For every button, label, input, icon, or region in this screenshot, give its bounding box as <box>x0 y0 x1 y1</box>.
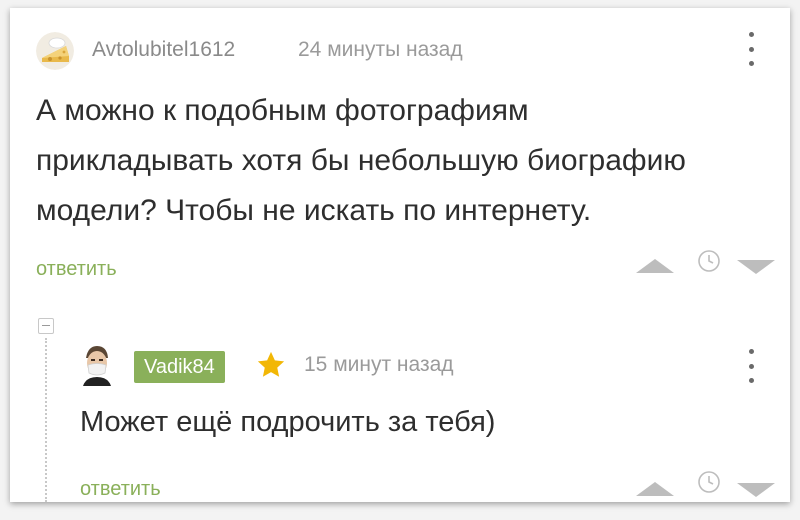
comment-timestamp[interactable]: 24 минуты назад <box>298 38 463 62</box>
more-vertical-icon[interactable] <box>746 349 756 383</box>
comment-text-line: прикладывать хотя бы небольшую биографию <box>36 144 686 177</box>
star-icon <box>257 351 285 377</box>
reply-timestamp[interactable]: 15 минут назад <box>304 353 454 377</box>
reply-button[interactable]: ответить <box>36 258 117 281</box>
collapse-thread-button[interactable] <box>38 318 54 334</box>
comment-card: Avtolubitel1612 24 минуты назад А можно … <box>10 8 790 502</box>
cheese-avatar-icon[interactable] <box>36 32 74 70</box>
downvote-icon[interactable] <box>737 260 775 274</box>
clock-icon[interactable] <box>697 249 721 273</box>
reply-text: Может ещё подрочить за тебя) <box>80 406 496 438</box>
reply-author-badge[interactable]: Vadik84 <box>134 351 225 383</box>
comment-text: А можно к подобным фотографиям прикладыв… <box>36 86 766 236</box>
comment-author[interactable]: Avtolubitel1612 <box>92 38 235 62</box>
clock-icon[interactable] <box>697 470 721 494</box>
thread-line <box>45 338 47 502</box>
upvote-icon[interactable] <box>636 259 674 273</box>
upvote-icon[interactable] <box>636 482 674 496</box>
more-vertical-icon[interactable] <box>746 32 756 66</box>
reply-button[interactable]: ответить <box>80 478 161 501</box>
comment-text-line: А можно к подобным фотографиям <box>36 94 529 127</box>
user-mask-avatar-icon[interactable] <box>80 344 114 386</box>
downvote-icon[interactable] <box>737 483 775 497</box>
comment-text-line: модели? Чтобы не искать по интернету. <box>36 194 592 227</box>
